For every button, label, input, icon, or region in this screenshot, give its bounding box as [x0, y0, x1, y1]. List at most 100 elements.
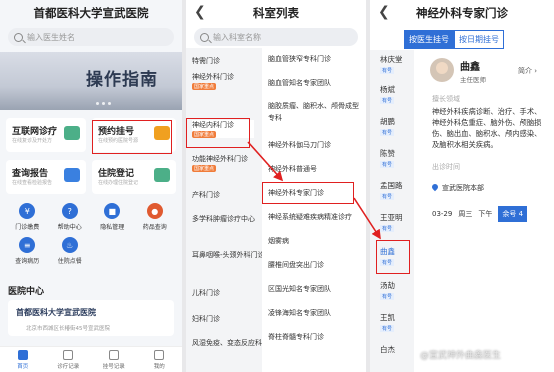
department-item[interactable]: 脑血管狭窄专科门诊: [268, 54, 331, 64]
department-item[interactable]: 凌锋海知名专家团队: [268, 308, 331, 318]
department-header: ❮ 科室列表: [186, 0, 366, 26]
doctor-item[interactable]: 王亚明 有号: [380, 212, 403, 232]
grid-label: 隐私管理: [100, 224, 125, 231]
record-icon: ≡: [19, 237, 36, 253]
admission-card[interactable]: 住院登记 在线办理住院登记: [92, 160, 176, 194]
card-title: 查询报告: [12, 169, 49, 179]
category-item[interactable]: 功能神经外科门诊 国家重点: [192, 154, 248, 172]
doctor-item[interactable]: 汤劼 有号: [380, 280, 395, 300]
department-item[interactable]: 神经外科伽马刀门诊: [268, 140, 331, 150]
category-item[interactable]: 儿科门诊: [192, 288, 220, 298]
banner-text: 操作指南: [86, 70, 158, 90]
department-item[interactable]: 脑胶质瘤、脑积水、颅骨成型专科: [268, 100, 364, 124]
category-tag: 国家重点: [192, 165, 217, 172]
tab-mine[interactable]: 我的: [137, 347, 183, 372]
category-label: 功能神经外科门诊: [192, 155, 248, 163]
doctor-item[interactable]: 王凯 有号: [380, 312, 395, 332]
department-search-input[interactable]: 输入科室名称: [194, 28, 358, 46]
grid-label: 帮助中心: [57, 224, 82, 231]
page-title: 科室列表: [253, 6, 299, 20]
department-item[interactable]: 脑血管知名专家团队: [268, 78, 331, 88]
intro-link[interactable]: 简介 ›: [518, 66, 537, 76]
grid-label: 门诊缴费: [15, 224, 40, 231]
meal-icon: ♨: [61, 237, 78, 253]
doctor-item[interactable]: 陈赞 有号: [380, 148, 395, 168]
location-text: 宣武医院本部: [442, 184, 484, 192]
doctor-name: 白杰: [380, 345, 395, 354]
doctor-search-placeholder: 输入医生姓名: [27, 32, 75, 42]
doctor-item[interactable]: 林庆堂 有号: [380, 54, 403, 74]
department-item[interactable]: 神经系统疑难疾病精准诊疗: [268, 212, 352, 222]
department-item[interactable]: 腰椎间盘突出门诊: [268, 260, 324, 270]
doctor-item[interactable]: 胡鹏 有号: [380, 116, 395, 136]
schedule-row[interactable]: 03-29 周三 下午 余号 4: [432, 206, 528, 222]
tab-label: 我的: [153, 364, 165, 370]
doctor-name-title: 曲鑫: [460, 62, 480, 73]
doctor-name: 王亚明: [380, 213, 403, 222]
tab-by-date[interactable]: 按日期挂号: [454, 30, 504, 49]
department-item[interactable]: 烟雾病: [268, 236, 289, 246]
department-item[interactable]: 脊柱脊髓专科门诊: [268, 332, 324, 342]
doctor-item[interactable]: 孟国路 有号: [380, 180, 403, 200]
guide-banner[interactable]: 操作指南: [0, 52, 182, 110]
schedule-weekday: 周三: [458, 210, 473, 218]
tab-records[interactable]: 诊疗记录: [46, 347, 92, 372]
tab-registrations[interactable]: 挂号记录: [91, 347, 137, 372]
availability-badge: 有号: [380, 97, 395, 104]
department-item[interactable]: 神经外科普通号: [268, 164, 317, 174]
grid-item-help[interactable]: ? 帮助中心: [49, 203, 92, 231]
doctor-item[interactable]: 白杰: [380, 344, 395, 355]
banner-dots: [96, 102, 111, 105]
doctor-search-input[interactable]: 输入医生姓名: [8, 28, 174, 46]
report-card[interactable]: 查询报告 在线查看检验报告: [6, 160, 86, 194]
grid-item-meal[interactable]: ♨ 住院点餐: [49, 237, 92, 265]
availability-badge: 有号: [380, 225, 395, 232]
grid-item-payment[interactable]: ¥ 门诊缴费: [6, 203, 49, 231]
highlight-box: [376, 240, 410, 274]
doctor-name: 孟国路: [380, 181, 403, 190]
department-columns: 特需门诊 神经外科门诊 国家重点 神经内科门诊 国家重点 功能神经外科门诊 国家重点 …: [186, 48, 366, 372]
category-label: 多学科肿瘤诊疗中心: [192, 215, 255, 223]
category-tag: 国家重点: [192, 83, 217, 90]
section-title: 医院中心: [8, 287, 45, 297]
home-title-text: 首都医科大学宣武医院: [33, 6, 149, 20]
grid-item-record[interactable]: ≡ 查询病历: [6, 237, 49, 265]
tab-label: 首页: [17, 364, 29, 370]
grid-item-drug[interactable]: ● 药品查询: [134, 203, 177, 231]
back-icon[interactable]: ❮: [378, 4, 390, 20]
availability-badge: 有号: [380, 161, 395, 168]
department-item[interactable]: 区国光知名专家团队: [268, 284, 331, 294]
internet-consult-card[interactable]: 互联网诊疗 在线复诊及开处方: [6, 118, 86, 152]
category-item[interactable]: 神经外科门诊 国家重点: [192, 72, 234, 90]
bed-icon: [154, 168, 170, 182]
remaining-slots-button[interactable]: 余号 4: [498, 206, 528, 222]
doctor-list: 林庆堂 有号 杨斌 有号 胡鹏 有号 陈赞 有号 孟国路 有号 王亚明 有号 曲鑫 有号 汤劼…: [370, 50, 414, 372]
tab-by-doctor[interactable]: 按医生挂号: [404, 30, 454, 49]
doctor-name: 汤劼: [380, 281, 395, 290]
doctor-item[interactable]: 杨斌 有号: [380, 84, 395, 104]
doctor-name: 林庆堂: [380, 55, 403, 64]
hospital-card[interactable]: 首都医科大学宣武医院 北京市西城区长椿街45号宣武医院: [8, 300, 174, 336]
doctor-name: 王凯: [380, 313, 395, 322]
department-category-list: 特需门诊 神经外科门诊 国家重点 神经内科门诊 国家重点 功能神经外科门诊 国家重点 …: [186, 48, 276, 372]
watermark-text: @宣武神外曲鑫医生: [420, 351, 502, 361]
report-icon: [64, 168, 80, 182]
bottom-tabbar: 首页 诊疗记录 挂号记录 我的: [0, 346, 182, 372]
availability-badge: 有号: [380, 129, 395, 136]
search-icon: [200, 32, 209, 42]
tab-home[interactable]: 首页: [0, 347, 46, 372]
hospital-address: 北京市西城区长椿街45号宣武医院: [26, 326, 110, 332]
schedule-period: 下午: [478, 210, 493, 218]
highlight-box: [262, 182, 354, 204]
schedule-date: 03-29: [432, 210, 453, 218]
category-item[interactable]: 多学科肿瘤诊疗中心: [192, 214, 255, 224]
grid-item-privacy[interactable]: ■ 隐私管理: [91, 203, 134, 231]
category-item[interactable]: 特需门诊: [192, 56, 220, 66]
help-icon: ?: [61, 203, 78, 219]
card-title: 住院登记: [98, 169, 135, 179]
highlight-box: [92, 120, 172, 154]
category-item[interactable]: 耳鼻咽喉-头颈外科门诊: [192, 250, 265, 260]
category-item[interactable]: 产科门诊: [192, 190, 220, 200]
back-icon[interactable]: ❮: [194, 4, 206, 20]
category-item[interactable]: 妇科门诊: [192, 314, 220, 324]
